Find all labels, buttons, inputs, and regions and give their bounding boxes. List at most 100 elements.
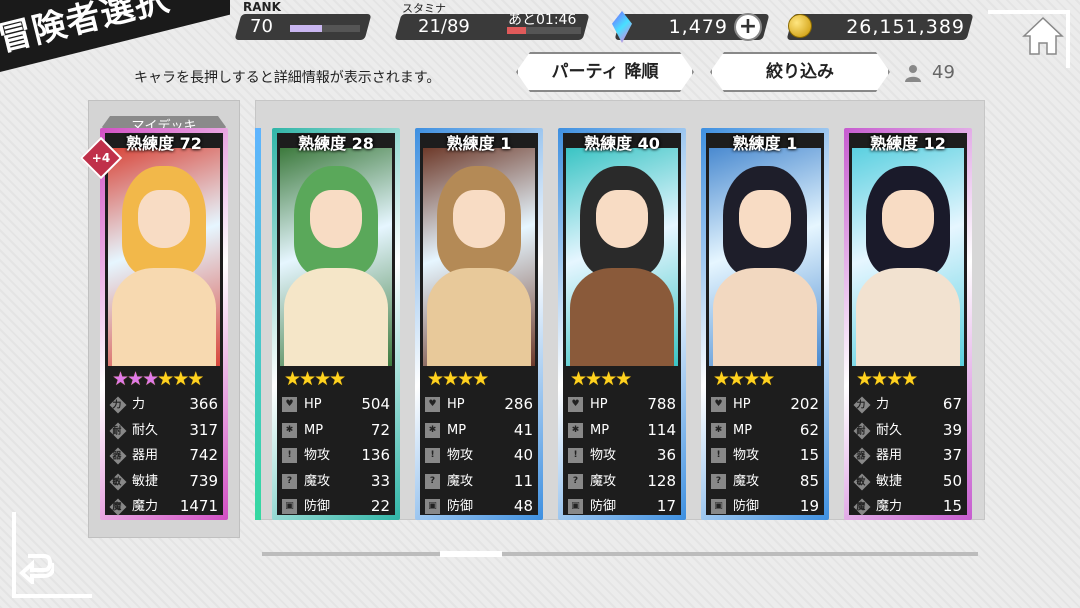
stat-row: ✱ MP 114 [568, 418, 678, 444]
long-press-hint: キャラを長押しすると詳細情報が表示されます。 [134, 70, 441, 86]
stat-row: 耐耐久 317 [109, 418, 220, 444]
stat-list: ♥ HP 286 ✱ MP 41! 物攻 40? 魔攻 11 ▣ 防御 48 [425, 392, 535, 520]
character-portrait [566, 148, 678, 366]
character-card[interactable]: 熟練度 12 ★★★★ 力力 67 耐耐久 39 器器用 37 敏敏捷 50 魔魔力 15 [844, 128, 972, 520]
star-icon: ★ [127, 368, 144, 390]
stamina-value: 21/89 [418, 16, 470, 37]
stat-value: 67 [942, 395, 962, 413]
stat-name: 魔力 [132, 499, 159, 514]
stat-icon: 器 [853, 447, 871, 465]
home-button[interactable] [1020, 14, 1066, 58]
character-card[interactable]: 熟練度 72 ★★★★★★ 力力 366 耐耐久 317 器器用 742 敏敏捷 739 魔魔力 14… [100, 128, 228, 520]
stat-value: 15 [942, 497, 962, 515]
stat-name: 魔攻 [733, 473, 760, 489]
plus-icon: + [738, 14, 758, 39]
stat-row: ✱ MP 72 [282, 418, 392, 444]
stat-value: 33 [370, 471, 390, 490]
rarity-stars: ★★★★ [284, 368, 346, 390]
coin-icon [788, 14, 812, 38]
person-icon [905, 65, 921, 82]
rarity-stars: ★★★★ [713, 368, 775, 390]
stat-name: HP [447, 397, 465, 412]
star-icon: ★ [856, 368, 873, 390]
stat-value: 62 [799, 420, 819, 439]
stat-row: ? 魔攻 128 [568, 469, 678, 495]
stat-list: 力力 67 耐耐久 39 器器用 37 敏敏捷 50 魔魔力 15 [853, 392, 964, 520]
stat-row: ▣ 防御 22 [282, 494, 392, 520]
stat-name: MP [590, 422, 610, 438]
character-portrait [280, 148, 392, 366]
stat-list: 力力 366 耐耐久 317 器器用 742 敏敏捷 739 魔魔力 1471 [109, 392, 220, 520]
stat-name: 物攻 [304, 448, 331, 463]
stat-icon: ! [425, 448, 440, 463]
stat-name: 物攻 [447, 448, 474, 463]
rank-value: 70 [250, 16, 273, 37]
stat-icon: 器 [109, 447, 127, 465]
stat-row: ! 物攻 136 [282, 443, 392, 469]
buy-gems-button[interactable]: + [734, 13, 762, 41]
back-button[interactable] [18, 548, 56, 587]
stat-icon: 耐 [853, 422, 871, 439]
star-icon: ★ [457, 368, 474, 390]
stat-value: 202 [790, 395, 819, 413]
sort-button[interactable]: パーティ 降順 [516, 52, 694, 92]
stat-row: 力力 67 [853, 392, 964, 418]
star-icon: ★ [886, 368, 903, 390]
portrait-outfit [713, 268, 817, 366]
stat-list: ♥ HP 202 ✱ MP 62! 物攻 15? 魔攻 85 ▣ 防御 19 [711, 392, 821, 520]
star-icon: ★ [157, 368, 174, 390]
stat-icon: ♥ [568, 397, 583, 412]
stat-row: ✱ MP 41 [425, 418, 535, 444]
star-icon: ★ [901, 368, 918, 390]
character-card[interactable]: 熟練度 40 ★★★★ ♥ HP 788 ✱ MP 114! 物攻 36? 魔攻 128 ▣ 防御 17 [558, 128, 686, 520]
stat-row: ♥ HP 788 [568, 392, 678, 418]
character-card[interactable]: 熟練度 28 ★★★★ ♥ HP 504 ✱ MP 72! 物攻 136? 魔攻 33 ▣ 防御 22 [272, 128, 400, 520]
stat-value: 39 [942, 420, 962, 439]
stat-icon: ! [711, 448, 726, 463]
stat-value: 136 [361, 446, 390, 464]
portrait-face [138, 190, 190, 248]
partial-card-edge [255, 128, 261, 520]
portrait-face [739, 190, 791, 248]
rank-label: RANK [243, 0, 281, 14]
return-arrow-icon [19, 554, 56, 587]
stat-name: HP [590, 397, 608, 412]
stat-icon: 敏 [109, 473, 127, 490]
stamina-timer: あと01:46 [508, 12, 577, 28]
stat-value: 742 [189, 446, 218, 464]
stat-value: 40 [513, 446, 533, 464]
stat-icon: ♥ [425, 397, 440, 412]
portrait-face [882, 190, 934, 248]
filter-button[interactable]: 絞り込み [710, 52, 890, 92]
stat-name: 魔力 [876, 499, 903, 514]
stat-icon: 魔 [853, 498, 871, 516]
stat-name: MP [447, 422, 467, 438]
stat-value: 41 [513, 420, 533, 439]
character-card[interactable]: 熟練度 1 ★★★★ ♥ HP 286 ✱ MP 41! 物攻 40? 魔攻 11 ▣ 防御 48 [415, 128, 543, 520]
horizontal-scrollbar[interactable] [262, 552, 978, 556]
star-icon: ★ [871, 368, 888, 390]
stat-icon: ♥ [282, 397, 297, 412]
stat-name: 魔攻 [590, 473, 617, 489]
star-icon: ★ [172, 368, 189, 390]
character-portrait [852, 148, 964, 366]
portrait-outfit [570, 268, 674, 366]
stat-value: 739 [189, 471, 218, 490]
stat-row: ▣ 防御 17 [568, 494, 678, 520]
star-icon: ★ [570, 368, 587, 390]
stat-icon: ♥ [711, 397, 726, 412]
stat-name: 力 [876, 397, 890, 412]
stat-row: 耐耐久 39 [853, 418, 964, 444]
stat-row: ♥ HP 286 [425, 392, 535, 418]
stat-value: 286 [504, 395, 533, 413]
stat-name: HP [304, 397, 322, 412]
rank-exp-bar [290, 25, 360, 32]
stat-value: 50 [942, 471, 962, 490]
character-card[interactable]: 熟練度 1 ★★★★ ♥ HP 202 ✱ MP 62! 物攻 15? 魔攻 85 ▣ 防御 19 [701, 128, 829, 520]
member-count: 49 [932, 62, 955, 83]
star-icon: ★ [142, 368, 159, 390]
portrait-face [453, 190, 505, 248]
stat-value: 85 [799, 471, 819, 490]
scrollbar-thumb[interactable] [440, 551, 502, 557]
stat-row: ! 物攻 40 [425, 443, 535, 469]
